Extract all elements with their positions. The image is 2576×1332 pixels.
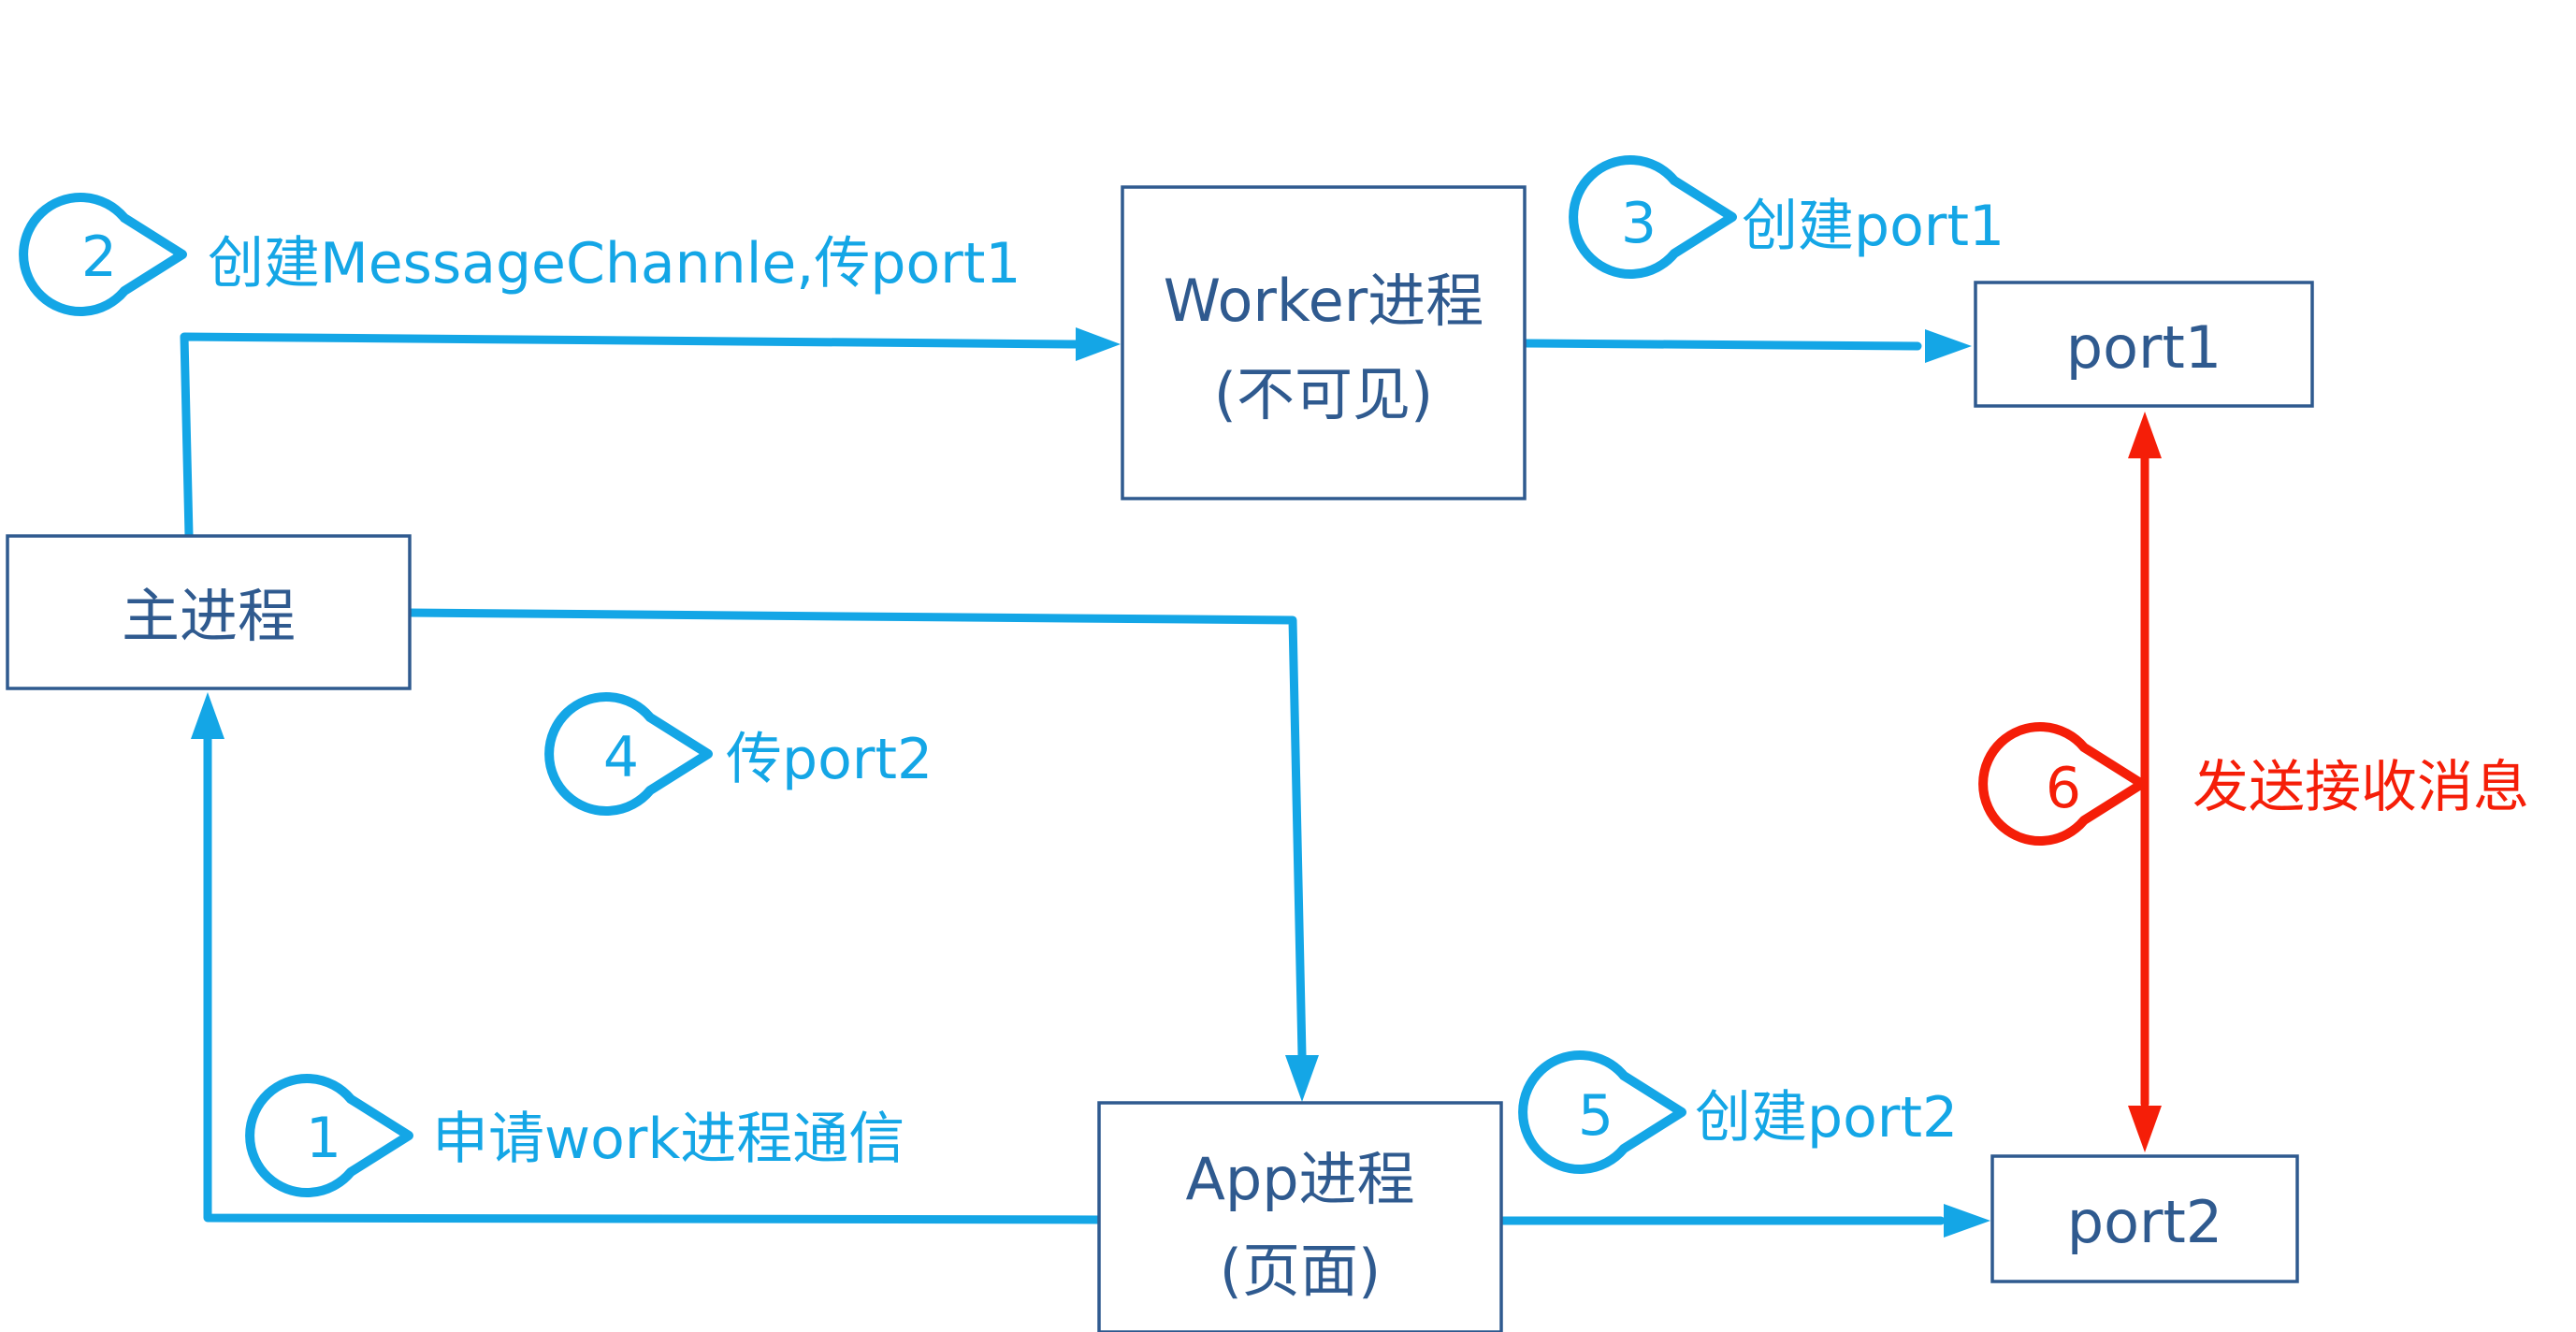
app-process-label: App进程 [1185,1145,1414,1213]
node-main-process[interactable]: 主进程 [6,534,412,690]
step-1: 1 申请work进程通信 [245,1074,904,1197]
step-3: 3 创建port1 [1569,155,2004,279]
port1-label: port1 [2066,313,2222,382]
node-worker-process[interactable]: Worker进程 (不可见) [1121,185,1527,500]
main-process-label: 主进程 [122,582,296,650]
worker-process-sublabel: (不可见) [1214,360,1433,428]
step-2-number: 2 [81,224,117,290]
step-5-number: 5 [1578,1083,1614,1149]
edge-worker-to-port1 [1520,329,1972,363]
process-communication-diagram: 主进程 Worker进程 (不可见) App进程 (页面) port1 port… [6,155,2529,1332]
worker-process-label: Worker进程 [1164,267,1483,335]
step-5-label: 创建port2 [1695,1085,1958,1151]
node-app-process[interactable]: App进程 (页面) [1097,1101,1503,1332]
step-4-number: 4 [603,725,639,790]
step-4-label: 传port2 [726,727,933,792]
step-5: 5 创建port2 [1518,1050,1958,1174]
step-6: 6 发送接收消息 [1978,722,2529,846]
step-3-number: 3 [1621,191,1657,256]
edge-main-to-worker [180,327,1121,540]
edge-main-to-app [404,608,1319,1102]
step-1-label: 申请work进程通信 [432,1107,904,1172]
step-6-number: 6 [2046,756,2081,821]
app-process-sublabel: (页面) [1220,1237,1381,1305]
node-port1[interactable]: port1 [1974,281,2314,408]
step-2: 2 创建MessageChannle,传port1 [19,193,1021,316]
step-1-number: 1 [306,1106,341,1171]
step-3-label: 创建port1 [1742,194,2004,259]
port2-label: port2 [2067,1188,2223,1256]
edge-app-to-port2 [1492,1204,1990,1238]
step-6-label: 发送接收消息 [2192,755,2529,820]
step-2-label: 创建MessageChannle,传port1 [208,231,1021,297]
node-port2[interactable]: port2 [1990,1154,2299,1283]
step-4: 4 传port2 [544,692,933,816]
